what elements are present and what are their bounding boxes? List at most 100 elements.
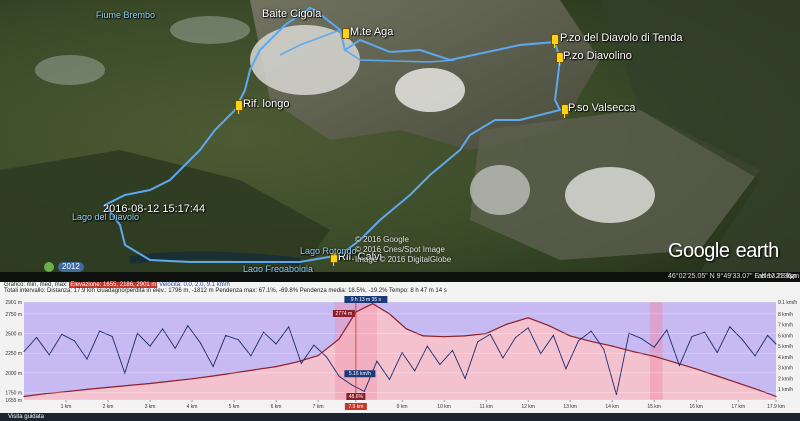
speed-point [489, 333, 491, 335]
elevation-point [275, 365, 277, 368]
tour-bar: Visita guidata [0, 413, 800, 421]
place-label[interactable]: P.so Valsecca [568, 102, 635, 114]
y-left-tick-label: 1655 m [5, 398, 22, 404]
lake-label[interactable]: Lago Rotondo [300, 246, 357, 256]
historical-imagery-icon[interactable] [44, 262, 54, 272]
y-left-tick-label: 2901 m [5, 300, 22, 306]
y-right-tick-label: 5 km/h [778, 344, 793, 350]
map-status-bar: 46°02'25.05" N 9°49'33.07" E elev 2136 m… [0, 272, 800, 282]
speed-point [590, 330, 592, 332]
elevation-point [44, 393, 46, 395]
x-tick-label: 5 km [229, 404, 240, 410]
copyright-line: Image © 2016 DigitalGlobe [355, 255, 452, 264]
elevation-point [372, 303, 374, 305]
speed-point [48, 354, 50, 356]
elevation-chart[interactable]: 2901 m 2750 m 2500 m 2250 m 2000 m 1750 m1655… [0, 296, 800, 413]
guided-tour-button[interactable]: Visita guidata [8, 413, 44, 421]
logo-word-earth: earth [735, 240, 780, 262]
river-label[interactable]: Fiume Brembo [96, 10, 155, 20]
elevation-point [506, 323, 508, 325]
x-tick-label: 17.9 km [767, 404, 785, 410]
imagery-year-badge[interactable]: 2012 [58, 262, 84, 272]
speed-point [716, 352, 718, 354]
elevation-point [170, 380, 172, 382]
y-right-tick-label: 9.1 km/h [778, 300, 797, 306]
y-right-tick-label: 4 km/h [778, 355, 793, 361]
lake-label[interactable]: Lago Fregabolgia [243, 264, 313, 272]
speed-point [351, 384, 353, 386]
x-tick-label: 16 km [689, 404, 703, 410]
speed-point [578, 340, 580, 342]
x-tick-label: 3 km [145, 404, 156, 410]
place-label[interactable]: Rif. longo [243, 98, 289, 110]
place-pin[interactable] [235, 100, 243, 114]
speed-point [552, 334, 554, 336]
speed-point [515, 337, 517, 339]
elevation-point [317, 354, 319, 357]
y-left-tick-label: 2250 m [5, 351, 22, 357]
speed-point [325, 356, 327, 358]
x-tick-label: 1 km [61, 404, 72, 410]
elevation-point [590, 340, 592, 343]
speed-point [149, 345, 151, 347]
logo-word-google: Google [668, 240, 730, 262]
google-earth-logo: Google earth [668, 236, 779, 264]
marker-time-label: 9 h 13 m 35 s [351, 297, 382, 303]
speed-point [86, 358, 88, 360]
speed-point [61, 333, 63, 335]
speed-point [237, 339, 239, 341]
speed-point [288, 326, 290, 328]
marker-distance-label: 7.9 km [348, 404, 363, 410]
speed-point [653, 346, 655, 348]
close-profile-button[interactable]: × [786, 272, 798, 282]
stats-row-totals: Totali intervallo: Distanza: 17.9 km Gua… [4, 288, 447, 294]
elevation-point [296, 361, 298, 363]
place-label[interactable]: P.zo del Diavolo di Tenda [560, 32, 683, 44]
speed-point [212, 366, 214, 368]
elevation-point [674, 362, 676, 364]
marker-speed-label: 5.16 km/h [349, 371, 371, 377]
speed-point [666, 329, 668, 331]
place-label[interactable]: M.te Aga [350, 26, 393, 38]
satellite-map[interactable]: Baite Cigola M.te Aga P.zo del Diavolo d… [0, 0, 800, 272]
speed-point [162, 328, 164, 330]
speed-point [262, 331, 264, 333]
y-right-tick-label: 7 km/h [778, 323, 793, 329]
speed-point [275, 343, 277, 345]
elevation-point [422, 335, 424, 337]
y-right-tick-label: 3 km/h [778, 366, 793, 372]
elevation-point [695, 368, 697, 370]
elevation-point [464, 335, 466, 337]
place-pin[interactable] [342, 28, 350, 42]
elevation-point [149, 382, 151, 385]
elevation-point [254, 369, 256, 371]
elevation-point [775, 395, 777, 398]
marker-percent-label: 48.6% [349, 394, 364, 400]
speed-point [691, 335, 693, 337]
elevation-point [191, 378, 193, 380]
lake-label[interactable]: Lago del Diavolo [72, 212, 139, 222]
speed-point [767, 334, 769, 336]
speed-point [603, 348, 605, 350]
elevation-point [527, 317, 529, 319]
place-label[interactable]: Baite Cigola [262, 8, 321, 20]
speed-point [401, 352, 403, 354]
place-label[interactable]: P.zo Diavolino [563, 50, 632, 62]
elevation-profile-panel: Grafico: min, med, max: Elevazione: 1655… [0, 282, 800, 421]
place-pin[interactable] [551, 34, 559, 48]
elevation-point [548, 325, 550, 327]
x-tick-label: 11 km [479, 404, 492, 410]
speed-point [99, 330, 101, 332]
elevation-point [632, 351, 634, 353]
elevation-point [611, 345, 613, 347]
x-tick-label: 10 km [437, 404, 451, 410]
elevation-point [65, 391, 67, 393]
y-left-tick-label: 2750 m [5, 312, 22, 318]
speed-point [439, 363, 441, 365]
speed-point [376, 360, 378, 362]
speed-point [729, 326, 731, 328]
highlight-band [649, 302, 663, 400]
speed-point [502, 357, 504, 359]
speed-point [452, 349, 454, 351]
elevation-point [443, 336, 445, 338]
